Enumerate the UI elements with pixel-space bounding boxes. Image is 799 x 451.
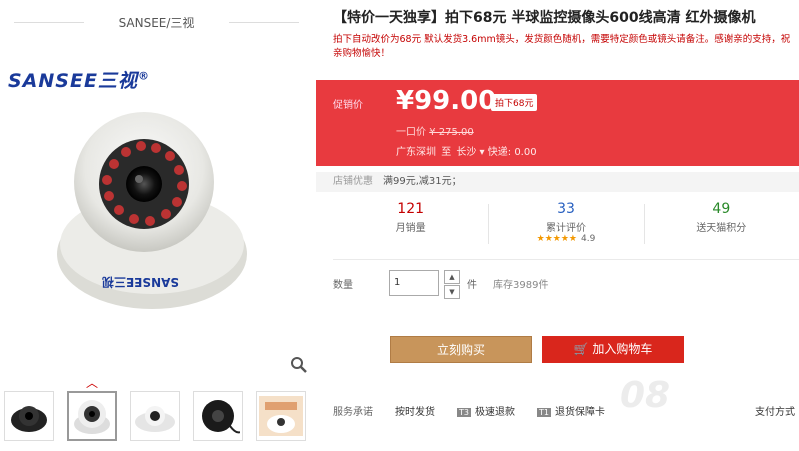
price-badge: 拍下68元 [491, 94, 538, 111]
add-to-cart-button[interactable]: 🛒 加入购物车 [542, 336, 684, 363]
stat-points: 49 送天猫积分 [643, 198, 799, 250]
svg-text:SANSEE三视: SANSEE三视 [102, 275, 179, 290]
quantity-input[interactable]: 1 [389, 270, 439, 296]
service-promises: 服务承诺 按时发货 T3 极速退款 T1 退货保障卡 [333, 403, 605, 418]
product-main-image[interactable]: SANSEE三视 [44, 104, 260, 318]
stock-count: 库存3989件 [493, 280, 549, 291]
price-value: ¥99.00 [396, 86, 497, 116]
divider [333, 259, 799, 260]
product-title: 【特价一天独享】拍下68元 半球监控摄像头600线高清 红外摄像机 [333, 10, 756, 26]
payment-methods[interactable]: 支付方式 [755, 403, 795, 418]
ship-from: 广东深圳 [396, 147, 436, 158]
ship-to-select[interactable]: 长沙 [456, 147, 476, 158]
price-box: 促销价 ¥99.00 拍下68元 一口价 ¥ 275.00 广东深圳 至 长沙 … [316, 80, 799, 166]
service-ontime[interactable]: 按时发货 [395, 403, 435, 418]
product-subtitle: 拍下自动改价为68元 默认发货3.6mm镜头，发货颜色随机，需要特定颜色或镜头请… [333, 34, 791, 59]
service-return[interactable]: T1 退货保障卡 [536, 403, 605, 418]
thumbnail-2[interactable] [67, 391, 117, 441]
thumb-indicator-icon: ︿ [86, 376, 99, 390]
thumbnail-5[interactable] [256, 391, 306, 441]
stat-sales: 121 月销量 [395, 201, 426, 234]
promo-label: 店铺优惠 [333, 176, 373, 187]
thumbnail-3[interactable] [130, 391, 180, 441]
stats-row: 121 月销量 33 累计评价 ★★★★★ 4.9 49 送天猫积分 [333, 198, 799, 250]
shipping-fee: 快递: 0.00 [487, 147, 537, 158]
brand-logo: SANSEE三视® [8, 69, 150, 92]
shop-promo: 店铺优惠 满99元,减31元； [316, 172, 799, 192]
buy-now-button[interactable]: 立刻购买 [390, 336, 532, 363]
promo-text: 满99元,减31元； [383, 176, 462, 187]
watermark: 08 [620, 375, 671, 416]
thumbnail-4[interactable] [193, 391, 243, 441]
cart-icon: 🛒 [573, 342, 593, 356]
original-price: 一口价 ¥ 275.00 [396, 127, 474, 138]
product-info-panel: 【特价一天独享】拍下68元 半球监控摄像头600线高清 红外摄像机 拍下自动改价… [316, 0, 799, 451]
zoom-icon[interactable] [290, 356, 308, 374]
quantity-unit: 件 [467, 280, 477, 291]
shipping-info: 广东深圳 至 长沙 ▾ 快递: 0.00 [396, 147, 537, 158]
thumbnail-1[interactable] [4, 391, 54, 441]
gallery-panel: SANSEE/三视 SANSEE三视® SANSEE三视 ︿ [0, 0, 313, 451]
thumbnail-list [4, 391, 306, 441]
services-label: 服务承诺 [333, 407, 373, 418]
quantity-increase-icon[interactable]: ▲ [444, 270, 460, 284]
service-refund[interactable]: T3 极速退款 [457, 403, 515, 418]
price-label: 促销价 [333, 100, 363, 111]
quantity-decrease-icon[interactable]: ▼ [444, 285, 460, 299]
shop-name[interactable]: SANSEE/三视 [0, 14, 313, 31]
chevron-down-icon[interactable]: ▾ [476, 147, 487, 158]
stat-reviews[interactable]: 33 累计评价 ★★★★★ 4.9 [488, 198, 643, 250]
rating-stars-icon: ★★★★★ 4.9 [536, 234, 596, 244]
quantity-label: 数量 [333, 280, 353, 291]
